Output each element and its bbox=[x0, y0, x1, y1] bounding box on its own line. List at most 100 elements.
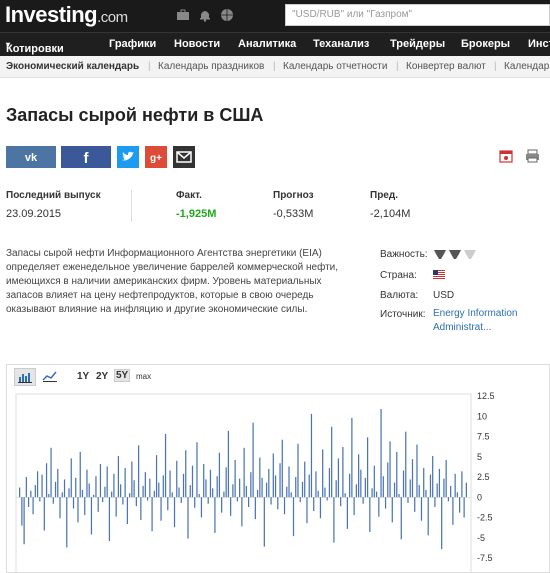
chart-bar[interactable] bbox=[230, 497, 232, 516]
chart-bar[interactable] bbox=[373, 465, 375, 498]
chart-bar[interactable] bbox=[75, 477, 77, 498]
chart-bar[interactable] bbox=[59, 497, 61, 519]
chart-bar[interactable] bbox=[411, 459, 414, 498]
chart-bar[interactable] bbox=[155, 455, 158, 498]
range-2y[interactable]: 2Y bbox=[96, 371, 108, 382]
chart-bar[interactable] bbox=[443, 478, 445, 498]
subnav-converter[interactable]: Конвертер валют bbox=[406, 61, 486, 72]
search-input[interactable]: "USD/RUB" или "Газпром" bbox=[285, 4, 550, 26]
chart-bar[interactable] bbox=[52, 497, 54, 504]
chart-bar[interactable] bbox=[384, 497, 387, 509]
chart-bar[interactable] bbox=[297, 443, 299, 498]
chart-bar[interactable] bbox=[279, 463, 281, 498]
chart-bar[interactable] bbox=[346, 497, 348, 529]
chart-bar[interactable] bbox=[241, 497, 243, 527]
chart-bar[interactable] bbox=[423, 468, 425, 498]
chart-bar[interactable] bbox=[319, 497, 322, 519]
chart-bar[interactable] bbox=[50, 447, 52, 498]
chart-bar[interactable] bbox=[19, 487, 21, 498]
chart-bar[interactable] bbox=[97, 497, 99, 512]
chart-bar[interactable] bbox=[95, 476, 97, 498]
chart-bar[interactable] bbox=[326, 497, 328, 501]
chart-bar[interactable] bbox=[387, 462, 389, 498]
chart-bar[interactable] bbox=[450, 485, 452, 498]
chart-bar[interactable] bbox=[375, 491, 378, 498]
nav-item-tools[interactable]: Инст bbox=[528, 38, 550, 50]
facebook-share-button[interactable]: f bbox=[61, 146, 111, 168]
chart-bar[interactable] bbox=[402, 470, 405, 498]
chart-bar[interactable] bbox=[225, 467, 227, 498]
chart-bar[interactable] bbox=[57, 468, 59, 498]
chart-bar[interactable] bbox=[176, 460, 178, 498]
chart-bar[interactable] bbox=[445, 459, 447, 498]
chart-bar[interactable] bbox=[173, 497, 176, 528]
chart-bar[interactable] bbox=[115, 497, 117, 517]
chart-bar[interactable] bbox=[252, 422, 254, 498]
chart-bar[interactable] bbox=[126, 497, 128, 524]
chart-bar[interactable] bbox=[104, 486, 106, 498]
chart-bar[interactable] bbox=[324, 487, 326, 498]
chart-bar[interactable] bbox=[340, 497, 342, 507]
google-plus-share-button[interactable]: g+ bbox=[145, 146, 167, 168]
chart-bar[interactable] bbox=[196, 442, 198, 498]
chart-bar[interactable] bbox=[283, 497, 286, 515]
chart-bar[interactable] bbox=[436, 483, 438, 498]
nav-item-traders[interactable]: Трейдеры bbox=[390, 38, 445, 50]
chart-bar[interactable] bbox=[171, 492, 173, 498]
chart-bar[interactable] bbox=[360, 469, 362, 498]
chart-bar[interactable] bbox=[72, 497, 75, 509]
chart-bar[interactable] bbox=[84, 497, 86, 516]
chart-bar[interactable] bbox=[313, 497, 315, 512]
chart-bar[interactable] bbox=[158, 482, 160, 498]
chart-bar[interactable] bbox=[409, 479, 411, 498]
chart-bar[interactable] bbox=[41, 474, 43, 498]
chart-bar[interactable] bbox=[77, 497, 79, 523]
line-chart-toggle[interactable] bbox=[40, 368, 62, 386]
chart-bar[interactable] bbox=[398, 494, 400, 498]
chart-bar[interactable] bbox=[236, 497, 238, 502]
chart-bar[interactable] bbox=[369, 497, 371, 533]
chart-bar[interactable] bbox=[268, 468, 270, 498]
chart-bar[interactable] bbox=[301, 481, 304, 498]
chart-bar[interactable] bbox=[351, 417, 353, 498]
chart-bar[interactable] bbox=[185, 450, 187, 498]
nav-item-brokers[interactable]: Брокеры bbox=[461, 38, 510, 50]
chart-bar[interactable] bbox=[117, 455, 120, 498]
nav-item-quotes[interactable]: Котировки ▾ bbox=[6, 38, 64, 55]
chart-bar[interactable] bbox=[304, 461, 306, 498]
chart-bar[interactable] bbox=[30, 490, 32, 498]
chart-bar[interactable] bbox=[366, 437, 369, 498]
chart-bar[interactable] bbox=[113, 473, 115, 498]
print-icon[interactable] bbox=[525, 149, 540, 171]
chart-bar[interactable] bbox=[259, 457, 261, 498]
chart-bar[interactable] bbox=[322, 449, 324, 498]
nav-item-news[interactable]: Новости bbox=[174, 38, 220, 50]
source-link-line1[interactable]: Energy Information bbox=[433, 308, 518, 319]
chart-bar[interactable] bbox=[120, 484, 122, 498]
chart-bar[interactable] bbox=[454, 473, 456, 498]
chart-bar[interactable] bbox=[61, 492, 63, 498]
chart-bar[interactable] bbox=[420, 497, 423, 521]
chart-bar[interactable] bbox=[187, 497, 189, 539]
chart-bar[interactable] bbox=[371, 488, 373, 498]
chart-bar[interactable] bbox=[207, 497, 209, 504]
chart-bar[interactable] bbox=[149, 478, 151, 498]
chart-bar[interactable] bbox=[393, 482, 396, 498]
chart-bar[interactable] bbox=[99, 464, 102, 498]
chart-bar[interactable] bbox=[378, 497, 380, 517]
chart-bar[interactable] bbox=[299, 497, 301, 503]
chart-bar[interactable] bbox=[414, 497, 416, 512]
chart-bar[interactable] bbox=[337, 458, 340, 498]
chart-bar[interactable] bbox=[243, 447, 245, 498]
chart-bar[interactable] bbox=[349, 473, 351, 498]
chart-bar[interactable] bbox=[133, 480, 135, 498]
chart-bar[interactable] bbox=[205, 479, 207, 498]
chart-bar[interactable] bbox=[140, 497, 142, 520]
nav-item-tech-analysis[interactable]: Теханализ bbox=[313, 38, 369, 50]
chart-bar[interactable] bbox=[216, 476, 218, 498]
chart-bar[interactable] bbox=[48, 494, 50, 498]
chart-bar[interactable] bbox=[102, 497, 104, 503]
chart-bar[interactable] bbox=[39, 497, 41, 502]
chart-bar[interactable] bbox=[456, 492, 459, 498]
range-max[interactable]: max bbox=[136, 372, 151, 381]
